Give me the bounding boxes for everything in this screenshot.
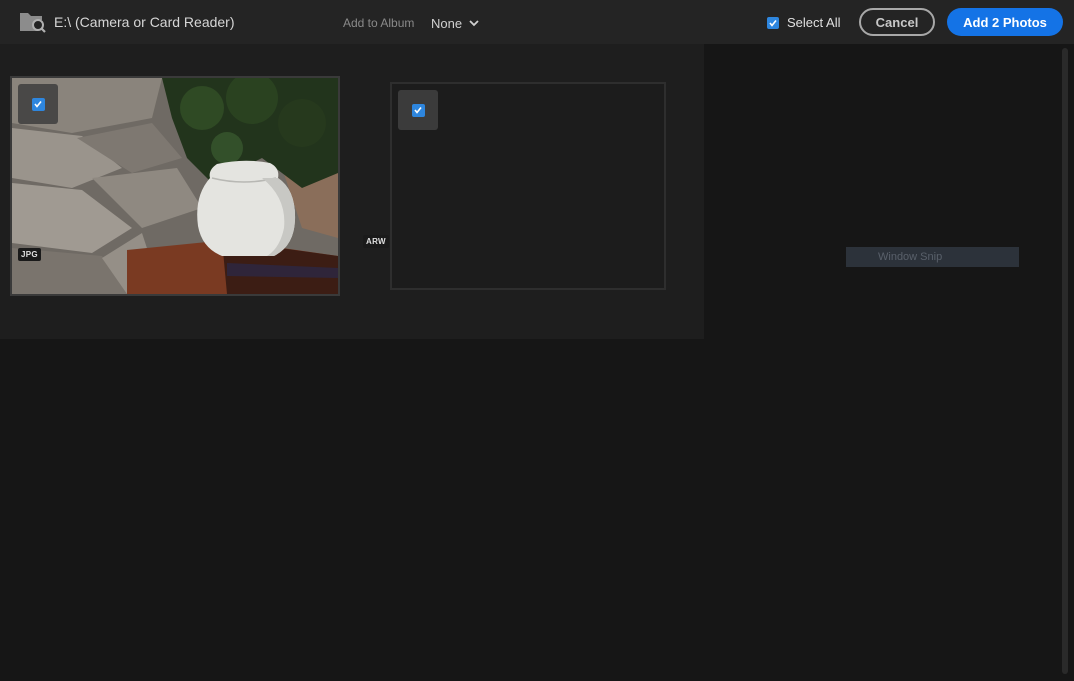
photo-select-checkbox[interactable]: [18, 84, 58, 124]
vertical-scrollbar[interactable]: [1062, 48, 1068, 674]
checkbox-checked-icon: [767, 16, 779, 29]
top-bar: E:\ (Camera or Card Reader) Add to Album…: [0, 0, 1074, 44]
select-all-label: Select All: [787, 15, 841, 30]
photo-image: [12, 78, 338, 294]
photo-select-checkbox[interactable]: [398, 90, 438, 130]
file-format-badge: ARW: [363, 235, 389, 248]
checkbox-checked-icon: [31, 97, 45, 111]
source-title: E:\ (Camera or Card Reader): [54, 14, 235, 30]
checkbox-checked-icon: [411, 103, 425, 117]
photo-thumbnail[interactable]: [390, 82, 666, 290]
cancel-button[interactable]: Cancel: [859, 8, 935, 36]
photo-thumbnail[interactable]: JPG: [10, 76, 340, 296]
folder-search-icon: [20, 13, 46, 33]
add-photos-button[interactable]: Add 2 Photos: [947, 8, 1063, 36]
file-format-badge: JPG: [18, 248, 41, 261]
import-dialog: E:\ (Camera or Card Reader) Add to Album…: [0, 0, 1074, 681]
select-all-checkbox[interactable]: Select All: [767, 15, 840, 30]
photo-grid: JPG ARW: [0, 44, 704, 339]
add-to-album-label: Add to Album: [343, 16, 415, 30]
album-dropdown-value: None: [431, 15, 463, 31]
window-snip-overlay: Window Snip: [846, 247, 1019, 267]
album-dropdown[interactable]: None: [431, 14, 480, 32]
chevron-down-icon: [469, 20, 479, 27]
